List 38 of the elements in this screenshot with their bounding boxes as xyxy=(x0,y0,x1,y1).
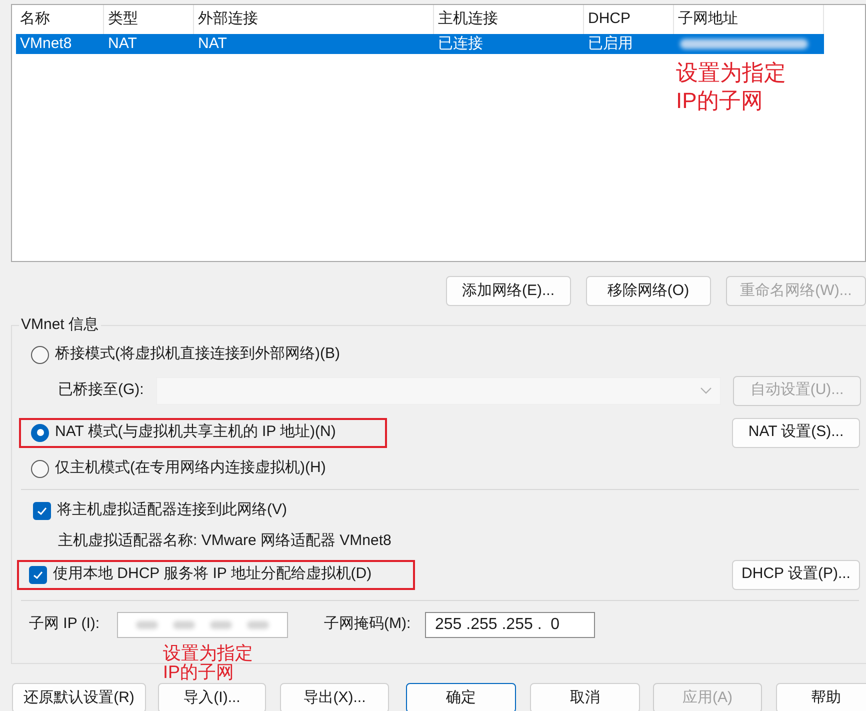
field-label: 子网 IP (I): xyxy=(29,614,101,634)
table-cell-text: NAT xyxy=(107,34,138,54)
dialog-button[interactable]: 帮助 xyxy=(776,683,866,711)
checkbox[interactable] xyxy=(33,502,51,520)
option-label: 将主机虚拟适配器连接到此网络(V) xyxy=(57,500,287,520)
table-cell-text: 已连接 xyxy=(437,34,484,54)
adapter-name-text: 主机虚拟适配器名称: VMware 网络适配器 VMnet8 xyxy=(58,530,392,550)
input-field[interactable]: 255 .255 .255 . 0 xyxy=(425,612,595,638)
checkmark-icon xyxy=(32,568,44,580)
option-label: 仅主机模式(在专用网络内连接虚拟机)(H) xyxy=(55,458,326,478)
network-button[interactable]: 添加网络(E)... xyxy=(446,276,571,306)
group-title: VMnet 信息 xyxy=(20,315,100,335)
annotation-text: 设置为指定 IP的子网 xyxy=(163,644,253,682)
radio-button[interactable] xyxy=(31,346,49,364)
checkbox[interactable] xyxy=(29,566,47,584)
table-cell-text: NAT xyxy=(197,34,228,54)
network-button[interactable]: 移除网络(O) xyxy=(586,276,711,306)
dialog-button[interactable]: 确定 xyxy=(406,683,516,711)
radio-button[interactable] xyxy=(31,460,49,478)
checkmark-icon xyxy=(36,504,48,516)
field-label: 已桥接至(G): xyxy=(58,380,145,400)
dialog-button[interactable]: 取消 xyxy=(530,683,640,711)
dhcp-settings-button[interactable]: DHCP 设置(P)... xyxy=(732,560,860,590)
dialog-button[interactable]: 还原默认设置(R) xyxy=(12,683,146,711)
option-label: 桥接模式(将虚拟机直接连接到外部网络)(B) xyxy=(55,344,340,364)
nat-settings-button[interactable]: NAT 设置(S)... xyxy=(732,418,860,448)
table-row[interactable]: VMnet8 NAT NAT 已连接 已启用 xyxy=(16,34,824,54)
input-field[interactable] xyxy=(117,612,288,638)
option-label: 使用本地 DHCP 服务将 IP 地址分配给虚拟机(D) xyxy=(53,564,372,584)
radio-button[interactable] xyxy=(31,424,49,442)
field-label: 子网掩码(M): xyxy=(324,614,412,634)
chevron-down-icon xyxy=(700,386,712,394)
dialog-button[interactable]: 导入(I)... xyxy=(158,683,266,711)
table-cell-text: 已启用 xyxy=(587,34,634,54)
dialog-button[interactable]: 导出(X)... xyxy=(280,683,389,711)
option-label: NAT 模式(与虚拟机共享主机的 IP 地址)(N) xyxy=(55,422,336,442)
annotation-text: 设置为指定 IP的子网 xyxy=(676,59,786,115)
table-cell-text: VMnet8 xyxy=(19,34,73,54)
